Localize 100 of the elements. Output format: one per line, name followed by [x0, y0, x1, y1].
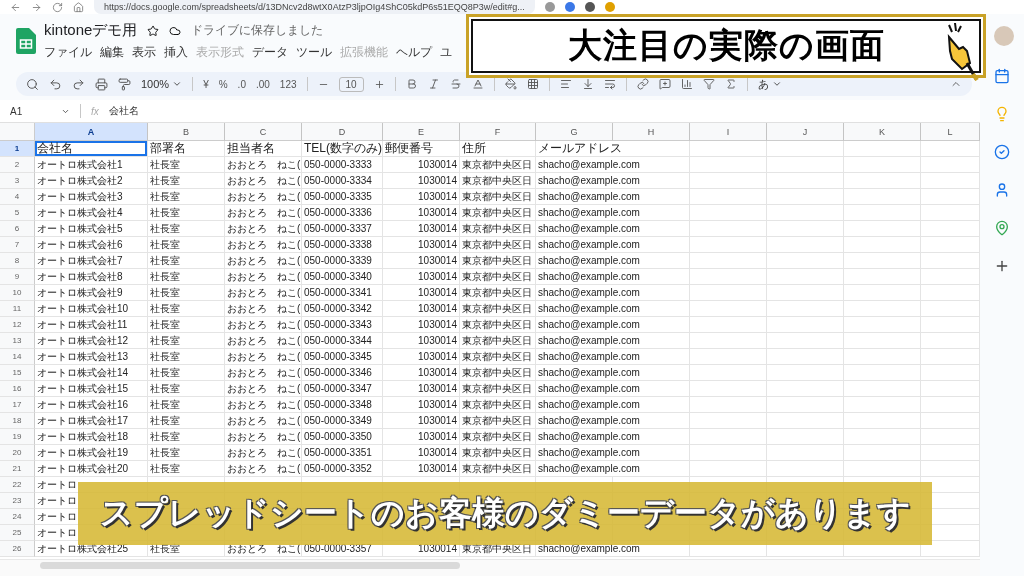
row-number[interactable]: 7 [0, 237, 35, 253]
column-header[interactable]: G [536, 123, 613, 141]
currency-format[interactable]: ¥ [203, 78, 209, 90]
comment-icon[interactable] [658, 78, 671, 90]
person-icon[interactable] [994, 182, 1010, 198]
menu-item[interactable]: ファイル [44, 44, 92, 61]
zoom-dropdown[interactable]: 100% [141, 78, 183, 90]
reload-icon[interactable] [52, 1, 63, 13]
horizontal-scrollbar[interactable] [0, 559, 980, 576]
column-header[interactable]: H [613, 123, 690, 141]
row-number[interactable]: 21 [0, 461, 35, 477]
column-header[interactable]: C [225, 123, 302, 141]
wrap-icon[interactable] [603, 78, 616, 90]
italic-icon[interactable] [427, 78, 440, 90]
table-cell: 1030014 [383, 189, 460, 205]
map-pin-icon[interactable] [994, 220, 1010, 236]
menu-item[interactable]: データ [252, 44, 288, 61]
increase-decimal[interactable]: .00 [255, 78, 270, 90]
column-header[interactable]: K [844, 123, 921, 141]
column-header[interactable]: E [383, 123, 460, 141]
row-number[interactable]: 26 [0, 541, 35, 557]
table-cell: おおとろ ねこ( [225, 381, 302, 397]
forward-icon[interactable] [31, 1, 42, 13]
percent-format[interactable]: % [218, 78, 228, 90]
borders-icon[interactable] [526, 78, 539, 90]
table-cell: おおとろ ねこ( [225, 285, 302, 301]
fill-color-icon[interactable] [504, 78, 517, 90]
row-number[interactable]: 16 [0, 381, 35, 397]
paint-format-icon[interactable] [118, 77, 131, 91]
menu-item[interactable]: ツール [296, 44, 332, 61]
calendar-icon[interactable] [994, 68, 1010, 84]
check-circle-icon[interactable] [994, 144, 1010, 160]
row-number[interactable]: 15 [0, 365, 35, 381]
column-header[interactable]: D [302, 123, 383, 141]
menu-item[interactable]: ヘルプ [396, 44, 432, 61]
back-icon[interactable] [10, 1, 21, 13]
row-number[interactable]: 4 [0, 189, 35, 205]
input-tools-dropdown[interactable]: あ [757, 76, 782, 92]
row-number[interactable]: 9 [0, 269, 35, 285]
vertical-align-icon[interactable] [581, 78, 594, 90]
row-number[interactable]: 14 [0, 349, 35, 365]
row-number[interactable]: 12 [0, 317, 35, 333]
link-icon[interactable] [636, 78, 649, 90]
table-cell: 社長室 [148, 461, 225, 477]
menu-item[interactable]: 挿入 [164, 44, 188, 61]
align-icon[interactable] [559, 78, 572, 90]
star-icon[interactable] [147, 24, 160, 37]
row-number[interactable]: 11 [0, 301, 35, 317]
decrease-decimal[interactable]: .0 [237, 78, 246, 90]
text-color-icon[interactable] [471, 78, 484, 90]
row-number[interactable]: 1 [0, 141, 35, 157]
row-number[interactable]: 20 [0, 445, 35, 461]
strikethrough-icon[interactable] [449, 78, 462, 90]
address-bar[interactable]: https://docs.google.com/spreadsheets/d/13DNcv2d8wtX0AtzP3ljpOIg4ShC05kdP6s51EQQ8P3w/edit#g... [94, 0, 535, 14]
row-number[interactable]: 2 [0, 157, 35, 173]
search-icon[interactable] [26, 77, 39, 91]
name-box[interactable]: A1 [10, 105, 70, 117]
row-number[interactable]: 25 [0, 525, 35, 541]
column-header[interactable]: F [460, 123, 536, 141]
column-header[interactable]: A [35, 123, 148, 141]
extension-icon[interactable] [564, 2, 575, 12]
menu-item[interactable]: ユ [440, 44, 452, 61]
menu-item[interactable]: 表示 [132, 44, 156, 61]
row-number[interactable]: 19 [0, 429, 35, 445]
sheets-logo-icon[interactable] [16, 28, 36, 54]
column-header[interactable]: L [921, 123, 980, 141]
row-number[interactable]: 18 [0, 413, 35, 429]
home-icon[interactable] [73, 1, 84, 13]
column-header[interactable]: B [148, 123, 225, 141]
column-header[interactable]: I [690, 123, 767, 141]
formula-value[interactable]: 会社名 [108, 104, 139, 118]
redo-icon[interactable] [72, 77, 85, 91]
row-number[interactable]: 22 [0, 477, 35, 493]
row-number[interactable]: 5 [0, 205, 35, 221]
chart-icon[interactable] [680, 78, 693, 90]
row-number[interactable]: 17 [0, 397, 35, 413]
filter-icon[interactable] [702, 78, 715, 90]
print-icon[interactable] [95, 77, 108, 91]
menu-item[interactable]: 編集 [100, 44, 124, 61]
corner-cell[interactable] [0, 123, 35, 141]
functions-icon[interactable] [724, 78, 737, 90]
font-size-field[interactable]: 10 [338, 76, 364, 92]
document-title[interactable]: kintoneデモ用 [44, 21, 138, 40]
plus-icon[interactable] [373, 78, 385, 90]
table-cell: オートロ株式会社17 [35, 413, 148, 429]
row-number[interactable]: 24 [0, 509, 35, 525]
plus-icon[interactable] [994, 258, 1010, 274]
table-cell: 社長室 [148, 301, 225, 317]
bold-icon[interactable] [405, 78, 418, 90]
row-number[interactable]: 8 [0, 253, 35, 269]
undo-icon[interactable] [49, 77, 62, 91]
extension-icon[interactable] [584, 2, 595, 12]
row-number[interactable]: 23 [0, 493, 35, 509]
row-number[interactable]: 10 [0, 285, 35, 301]
column-header[interactable]: J [767, 123, 844, 141]
row-number[interactable]: 3 [0, 173, 35, 189]
number-format[interactable]: 123 [279, 78, 297, 90]
row-number[interactable]: 13 [0, 333, 35, 349]
row-number[interactable]: 6 [0, 221, 35, 237]
cloud-icon[interactable] [169, 24, 182, 37]
